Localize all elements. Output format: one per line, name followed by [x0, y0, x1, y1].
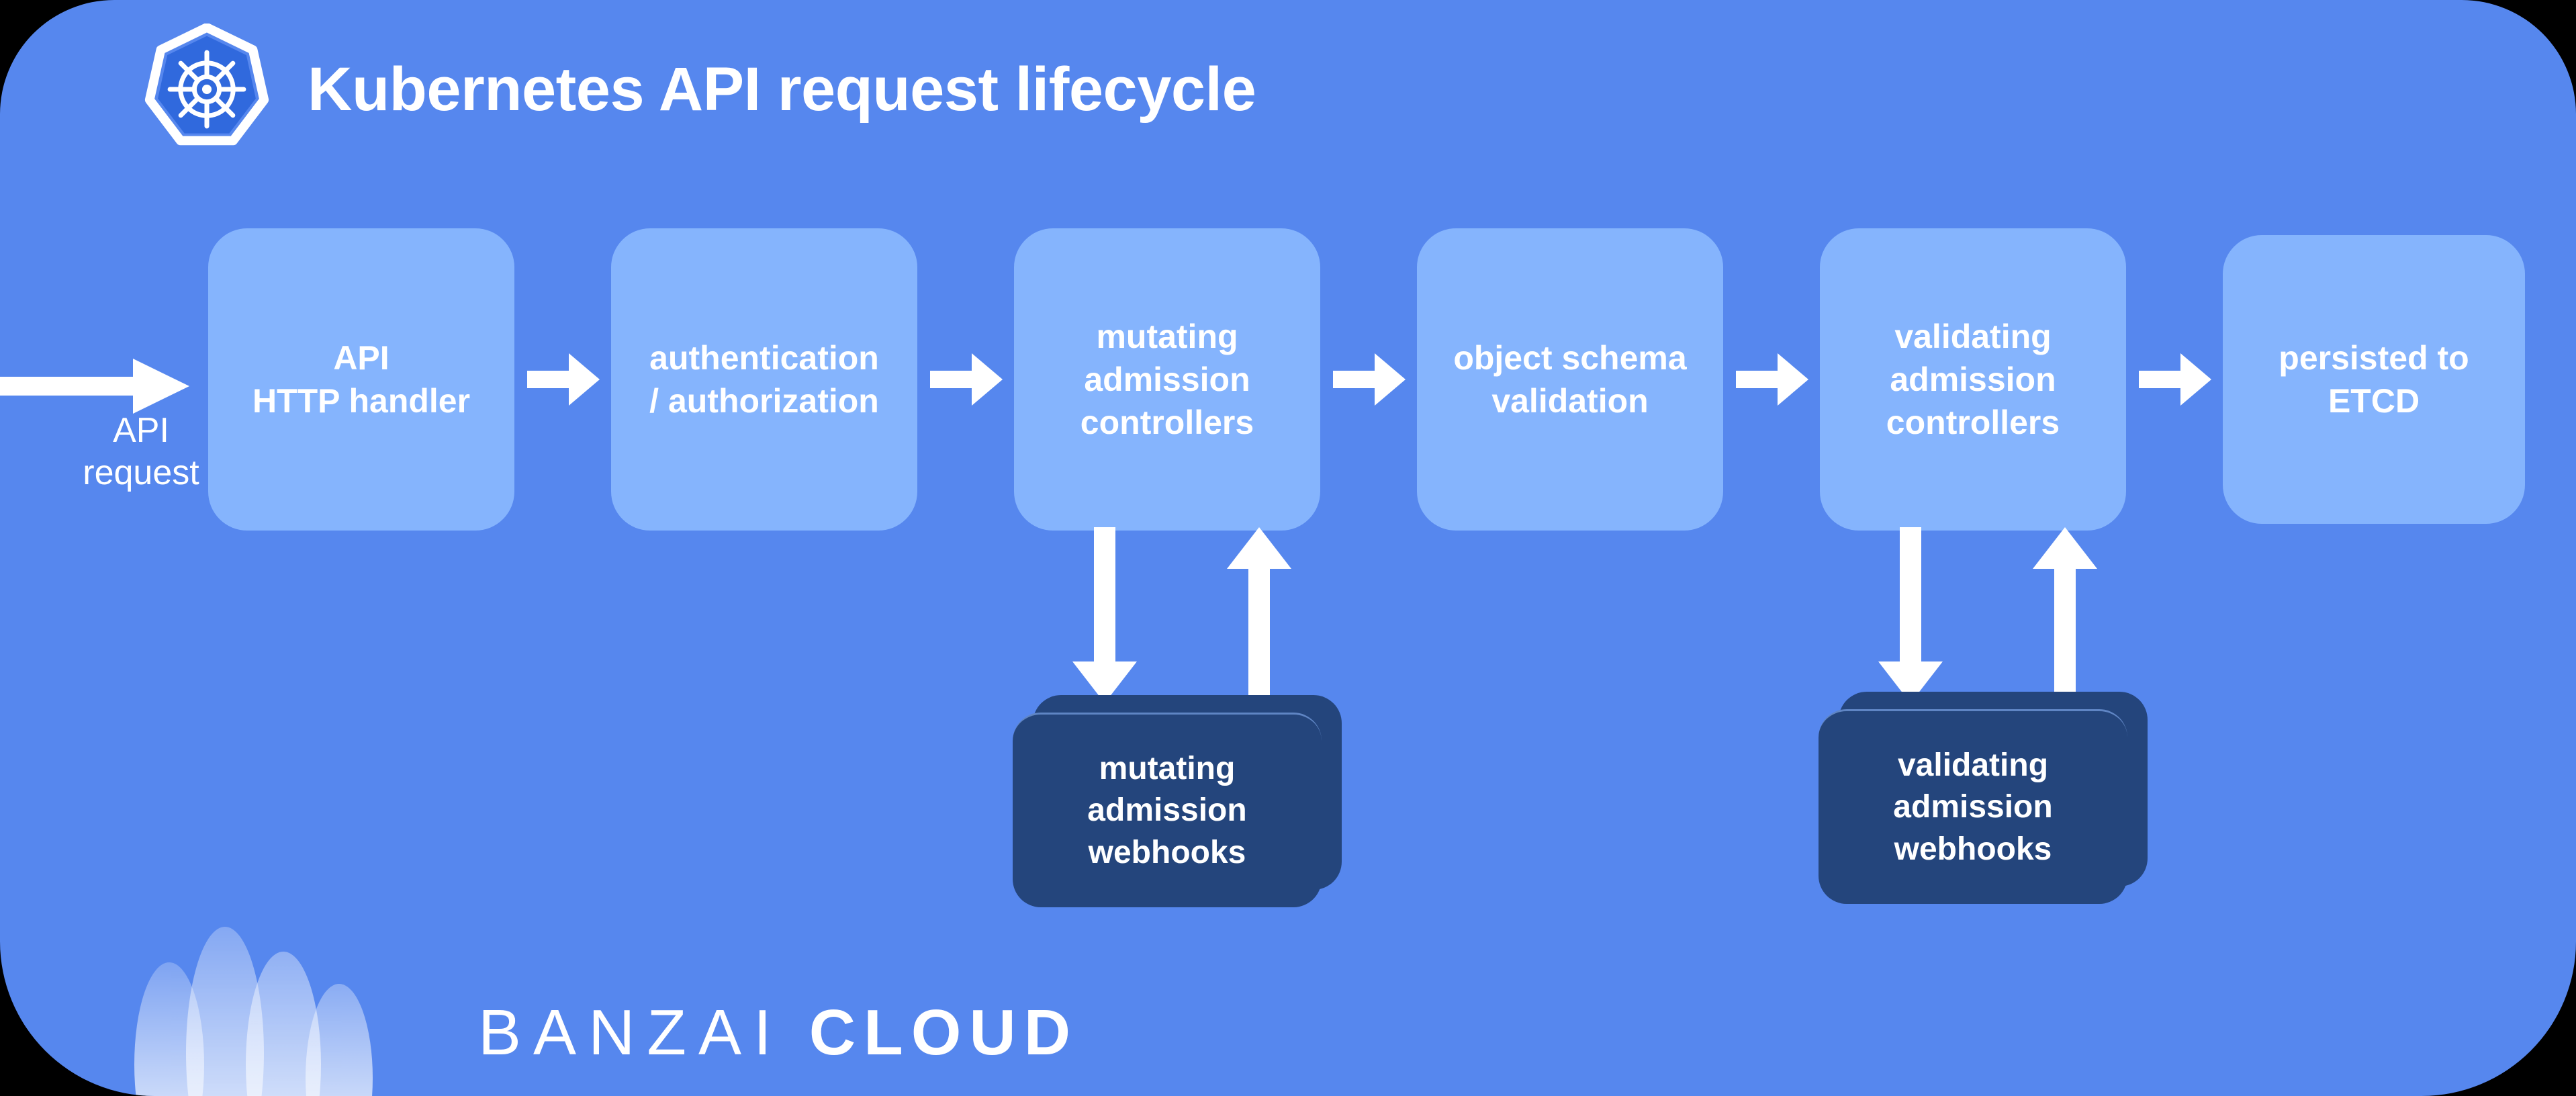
flow-arrow-5-icon [2139, 353, 2211, 406]
webhook-label-line3: webhooks [1088, 834, 1246, 870]
stage-label-line1: persisted to [2279, 339, 2469, 377]
diagram-canvas: Kubernetes API request lifecycle API req… [0, 0, 2576, 1096]
stage-label-line2: validation [1491, 382, 1649, 420]
banzai-cloud-petals-icon [134, 927, 373, 1096]
stage-label-line2: / authorization [649, 382, 879, 420]
flow-row: API HTTP handler authentication / author… [0, 228, 2576, 531]
webhook-box-mutating-admission-webhooks[interactable]: mutating admission webhooks [1013, 713, 1322, 907]
stage-label-line1: mutating [1096, 318, 1238, 355]
webhook-label-line3: webhooks [1894, 831, 2052, 867]
stage-label-line2: HTTP handler [252, 382, 471, 420]
diagram-header: Kubernetes API request lifecycle [141, 24, 1256, 153]
webhook-label-line1: validating [1897, 747, 2049, 783]
stage-box-authentication-authorization[interactable]: authentication / authorization [611, 228, 917, 531]
stage-label-line3: controllers [1886, 404, 2060, 441]
banzai-cloud-logo: BANZAI CLOUD [134, 927, 1078, 1096]
mutating-down-arrow-icon [1072, 527, 1137, 703]
stage-label-line1: API [333, 339, 389, 377]
webhook-label-line1: mutating [1099, 750, 1236, 786]
stage-box-object-schema-validation[interactable]: object schema validation [1417, 228, 1723, 531]
kubernetes-helm-wheel-icon [144, 24, 269, 146]
mutating-up-arrow-icon [1227, 527, 1291, 703]
stage-box-persisted-to-etcd[interactable]: persisted to ETCD [2223, 235, 2525, 524]
stage-label-line2: ETCD [2328, 382, 2420, 420]
stage-label-line1: validating [1894, 318, 2052, 355]
stage-box-api-http-handler[interactable]: API HTTP handler [208, 228, 514, 531]
stage-label-line2: admission [1084, 361, 1250, 398]
flow-arrow-4-icon [1736, 353, 1808, 406]
stage-label-line1: authentication [649, 339, 879, 377]
flow-arrow-3-icon [1333, 353, 1406, 406]
stage-box-validating-admission-controllers[interactable]: validating admission controllers [1820, 228, 2126, 531]
flow-arrow-2-icon [930, 353, 1003, 406]
brand-text: BANZAI CLOUD [478, 1001, 1078, 1096]
page-title: Kubernetes API request lifecycle [308, 55, 1256, 124]
flow-arrow-1-icon [527, 353, 600, 406]
webhook-label-line2: admission [1893, 789, 2053, 825]
stage-box-mutating-admission-controllers[interactable]: mutating admission controllers [1014, 228, 1320, 531]
brand-banzai: BANZAI [478, 997, 784, 1068]
validating-down-arrow-icon [1878, 527, 1943, 703]
stage-label-line2: admission [1890, 361, 2056, 398]
stage-label-line1: object schema [1453, 339, 1687, 377]
webhook-box-validating-admission-webhooks[interactable]: validating admission webhooks [1819, 709, 2127, 904]
validating-up-arrow-icon [2033, 527, 2097, 703]
webhook-label-line2: admission [1087, 792, 1247, 829]
brand-cloud: CLOUD [809, 997, 1079, 1068]
stage-label-line3: controllers [1080, 404, 1254, 441]
